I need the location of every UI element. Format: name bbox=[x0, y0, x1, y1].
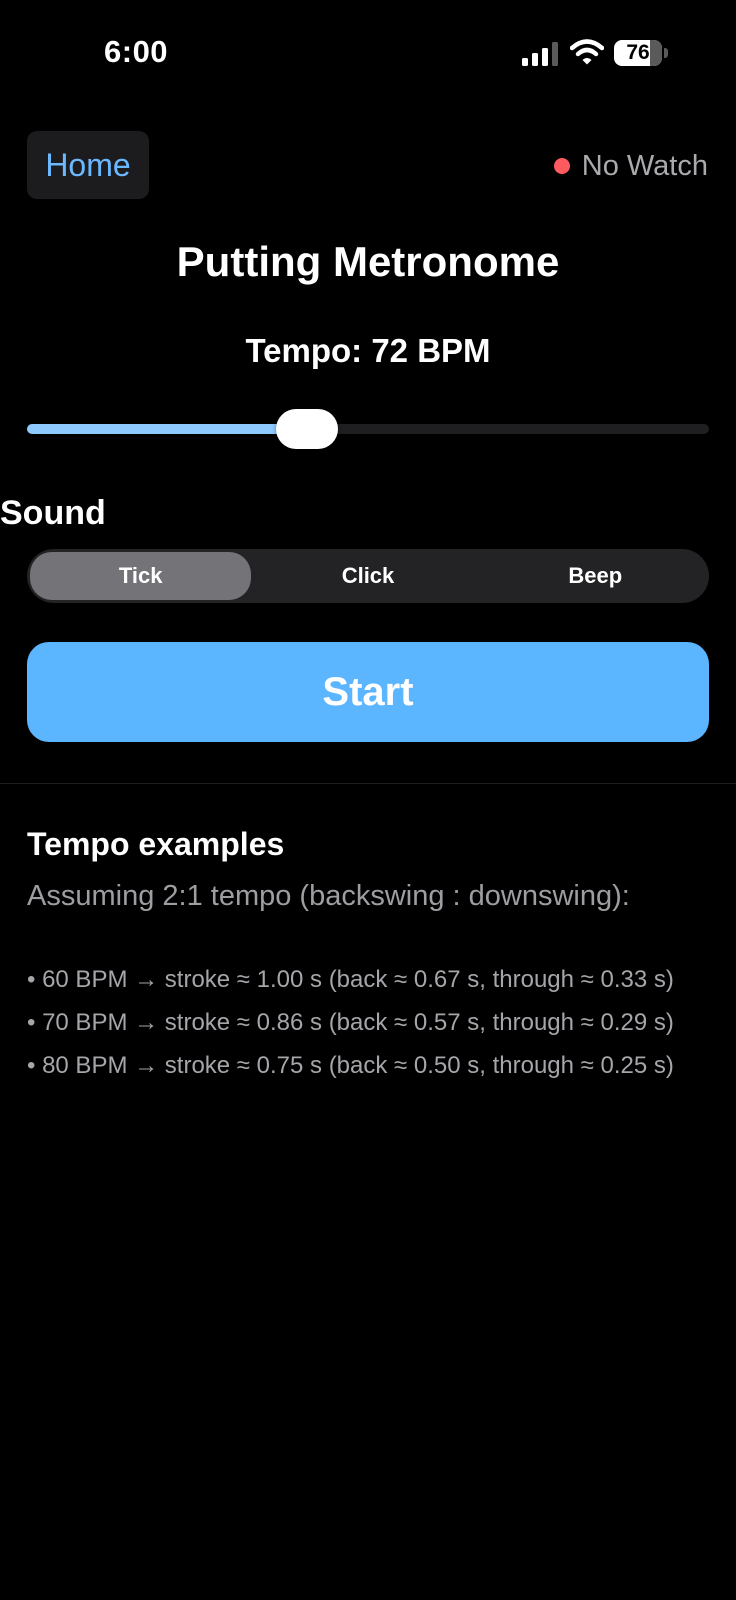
battery-icon: 76 bbox=[614, 40, 670, 68]
examples-list: • 60 BPM → stroke ≈ 1.00 s (back ≈ 0.67 … bbox=[27, 962, 717, 1091]
tempo-label: Tempo: 72 BPM bbox=[245, 332, 491, 369]
examples-heading: Tempo examples bbox=[27, 826, 285, 862]
segment-beep[interactable]: Beep bbox=[482, 549, 709, 603]
wifi-icon bbox=[570, 39, 604, 65]
segment-tick[interactable]: Tick bbox=[27, 549, 254, 603]
slider-fill bbox=[27, 424, 307, 434]
battery-empty-portion bbox=[650, 40, 662, 66]
status-dot-icon bbox=[553, 158, 570, 174]
sound-heading: Sound bbox=[0, 494, 106, 532]
home-button[interactable]: Home bbox=[27, 131, 149, 199]
tempo-slider[interactable] bbox=[27, 407, 709, 451]
watch-status: No Watch bbox=[553, 146, 708, 186]
status-time: 6:00 bbox=[104, 34, 169, 69]
battery-body: 76 bbox=[614, 40, 662, 66]
status-bar: 6:00 76 bbox=[0, 0, 736, 110]
segment-label: Tick bbox=[118, 563, 163, 588]
page-title: Putting Metronome bbox=[176, 238, 560, 285]
watch-status-label: No Watch bbox=[581, 149, 708, 182]
segment-label: Click bbox=[341, 563, 395, 588]
segment-label: Beep bbox=[568, 563, 623, 588]
signal-icon bbox=[522, 42, 558, 66]
battery-cap bbox=[664, 48, 668, 58]
example-item: • 60 BPM → stroke ≈ 1.00 s (back ≈ 0.67 … bbox=[27, 966, 674, 993]
segment-click[interactable]: Click bbox=[254, 549, 481, 603]
sound-segmented-control[interactable]: Tick Click Beep bbox=[27, 549, 709, 603]
example-item: • 70 BPM → stroke ≈ 0.86 s (back ≈ 0.57 … bbox=[27, 1009, 674, 1036]
slider-thumb[interactable] bbox=[276, 409, 338, 449]
examples-intro: Assuming 2:1 tempo (backswing : downswin… bbox=[27, 880, 630, 912]
start-button[interactable]: Start bbox=[27, 642, 709, 742]
divider bbox=[0, 783, 736, 784]
battery-percent: 76 bbox=[626, 41, 650, 64]
example-item: • 80 BPM → stroke ≈ 0.75 s (back ≈ 0.50 … bbox=[27, 1052, 674, 1079]
